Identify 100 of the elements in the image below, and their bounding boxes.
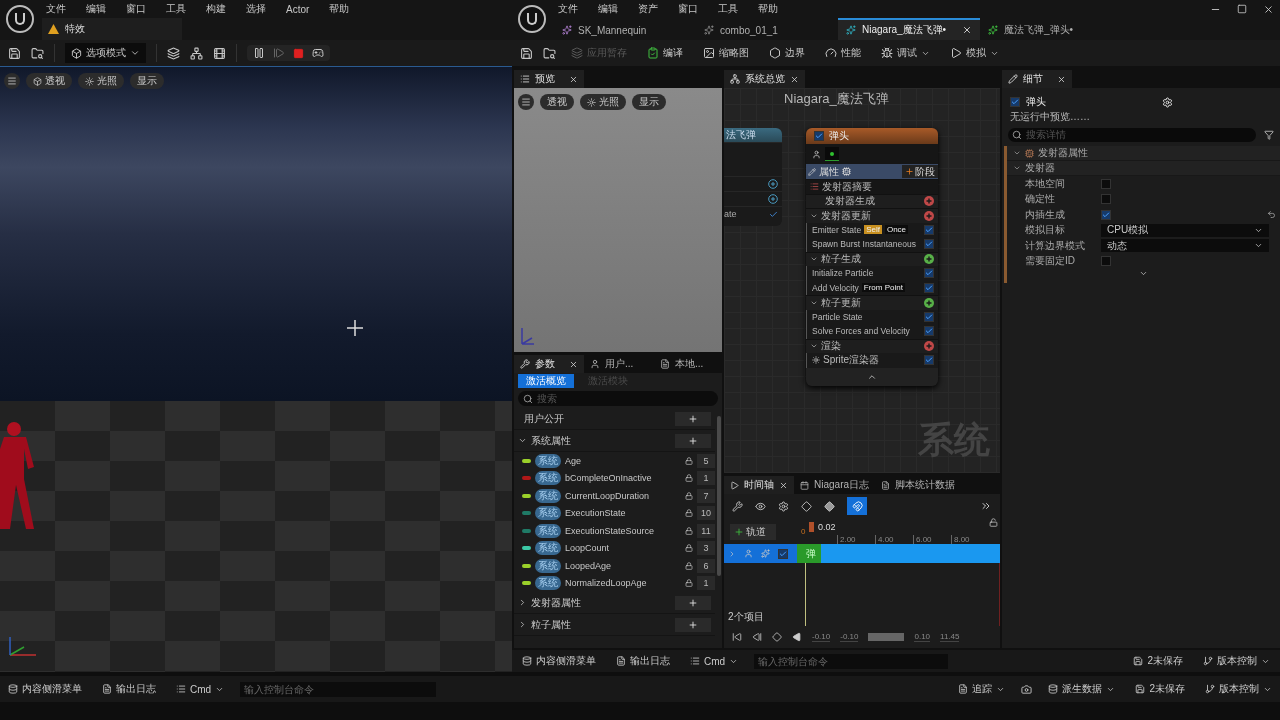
parameter-name[interactable]: NormalizedLoopAge: [565, 578, 681, 589]
step-icon[interactable]: [273, 47, 285, 59]
menu-item[interactable]: 编辑: [86, 2, 106, 16]
menu-item[interactable]: 编辑: [598, 2, 618, 16]
menu-item[interactable]: 帮助: [758, 2, 778, 16]
checkbox[interactable]: [1010, 97, 1020, 107]
eye-icon[interactable]: [755, 500, 766, 512]
module-name[interactable]: Particle State: [812, 311, 863, 322]
menu-item[interactable]: 文件: [558, 2, 578, 16]
trace-button[interactable]: 追踪: [954, 680, 1010, 698]
filter-button[interactable]: 激活概览: [518, 374, 574, 388]
scrollbar[interactable]: [868, 633, 905, 641]
camera-icon[interactable]: [1021, 683, 1033, 695]
document-tab[interactable]: combo_01_1: [696, 18, 838, 40]
reverse-play-icon[interactable]: [792, 632, 802, 642]
menu-item[interactable]: 工具: [718, 2, 738, 16]
parameter-name[interactable]: Age: [565, 455, 681, 466]
menu-item[interactable]: 资产: [638, 2, 658, 16]
output-log-button[interactable]: 输出日志: [98, 680, 160, 698]
time-field[interactable]: 11.45: [940, 632, 960, 642]
checkbox[interactable]: [1101, 194, 1111, 205]
output-log-button[interactable]: 输出日志: [612, 652, 674, 670]
category-header[interactable]: 发射器: [1025, 161, 1055, 175]
checkbox[interactable]: [924, 224, 934, 235]
checkbox[interactable]: [924, 282, 934, 293]
toolbar-button[interactable]: 边界: [764, 43, 810, 63]
menu-item[interactable]: 选择: [246, 2, 266, 16]
gamepad-icon[interactable]: [312, 47, 324, 59]
maximize-icon[interactable]: [1237, 4, 1247, 14]
menu-item[interactable]: 构建: [206, 2, 226, 16]
snap-button[interactable]: [847, 497, 867, 515]
stop-icon[interactable]: [293, 47, 304, 59]
viewport-button[interactable]: 透视: [26, 73, 72, 89]
panel-tab[interactable]: 系统总览: [724, 70, 805, 88]
row-label[interactable]: 发射器摘要: [822, 179, 872, 194]
viewport-button[interactable]: 透视: [540, 94, 574, 110]
panel-tab[interactable]: 参数: [514, 355, 584, 373]
folder-search-icon[interactable]: [543, 46, 556, 60]
add-track-button[interactable]: 轨道: [730, 524, 776, 540]
menu-item[interactable]: 窗口: [678, 2, 698, 16]
section-header[interactable]: 发射器属性: [1038, 146, 1088, 160]
panel-tab[interactable]: Niagara日志: [794, 476, 876, 494]
console-input[interactable]: 输入控制台命令: [754, 653, 949, 669]
add-button[interactable]: [675, 617, 711, 632]
menu-item[interactable]: 文件: [46, 2, 66, 16]
checkbox[interactable]: [924, 326, 934, 337]
unlock-icon[interactable]: [989, 518, 998, 527]
panel-tab[interactable]: 用户...: [584, 355, 654, 373]
filter-icon[interactable]: [1264, 130, 1274, 140]
save-icon[interactable]: [520, 46, 533, 60]
viewport-button[interactable]: 光照: [580, 94, 626, 110]
reset-icon[interactable]: [1267, 210, 1276, 220]
content-drawer-button[interactable]: 内容侧滑菜单: [518, 652, 600, 670]
keyframe-icon[interactable]: [824, 500, 835, 512]
expand-icon[interactable]: [1139, 269, 1148, 278]
panel-tab[interactable]: 预览: [514, 70, 584, 88]
viewport-button[interactable]: 显示: [632, 94, 666, 110]
module-name[interactable]: Initialize Particle: [812, 268, 874, 279]
unsaved-button[interactable]: 2未保存: [1129, 652, 1187, 670]
menu-button[interactable]: [518, 94, 534, 110]
folder-search-icon[interactable]: [31, 46, 44, 60]
dropdown[interactable]: 动态: [1101, 239, 1269, 253]
cmd-dropdown[interactable]: Cmd: [172, 680, 229, 698]
content-drawer-button[interactable]: 内容侧滑菜单: [4, 680, 86, 698]
time-field[interactable]: -0.10: [840, 632, 859, 642]
viewport-button[interactable]: 光照: [78, 73, 124, 89]
pause-icon[interactable]: [253, 47, 265, 59]
parameter-name[interactable]: ExecutionStateSource: [565, 525, 681, 536]
console-input[interactable]: 输入控制台命令: [240, 681, 437, 697]
checkbox[interactable]: [924, 239, 934, 250]
emitter-node[interactable]: 弹头 属性 阶段 发射器摘要 发射器生成 发射器更新 Emitter State Self Once Spawn Burst Instantaneous 粒子生成 Initialize Particle Add Velocity From Point 粒子更新 Particle State Solve Forces and Velocity 渲染 Sprite渲染器: [806, 128, 938, 386]
add-module-icon[interactable]: [924, 196, 934, 207]
derived-data-button[interactable]: 派生数据: [1044, 680, 1120, 698]
menu-item[interactable]: 帮助: [329, 2, 350, 16]
cmd-dropdown[interactable]: Cmd: [686, 652, 743, 670]
checkbox[interactable]: [778, 548, 788, 559]
add-button[interactable]: [675, 595, 711, 610]
document-tab[interactable]: Niagara_魔法飞弹•: [838, 18, 980, 40]
checkbox[interactable]: [814, 131, 824, 141]
panel-tab[interactable]: 时间轴: [724, 476, 794, 494]
parameter-name[interactable]: LoopCount: [565, 543, 681, 554]
module-name[interactable]: Solve Forces and Velocity: [812, 326, 910, 337]
emitter-node[interactable]: 法飞弹 ate: [724, 128, 782, 226]
checkbox[interactable]: [924, 355, 934, 366]
toolbar-button[interactable]: 调试: [876, 43, 935, 63]
add-module-icon[interactable]: [924, 297, 934, 308]
layers-icon[interactable]: [167, 46, 180, 60]
panel-tab[interactable]: 本地...: [654, 355, 722, 373]
add-module-icon[interactable]: [924, 210, 934, 221]
add-module-icon[interactable]: [924, 341, 934, 352]
parameter-name[interactable]: ExecutionState: [565, 508, 681, 519]
stage-button[interactable]: 阶段: [902, 165, 938, 178]
panel-tab[interactable]: 脚本统计数据: [875, 476, 962, 494]
level-tab[interactable]: 特效: [42, 18, 182, 40]
parameter-name[interactable]: CurrentLoopDuration: [565, 490, 681, 501]
viewport-button[interactable]: 显示: [130, 73, 164, 89]
unsaved-button[interactable]: 2未保存: [1131, 680, 1189, 698]
checkbox[interactable]: [924, 311, 934, 322]
panel-tab[interactable]: 细节: [1002, 70, 1072, 88]
add-module-icon[interactable]: [924, 254, 934, 265]
